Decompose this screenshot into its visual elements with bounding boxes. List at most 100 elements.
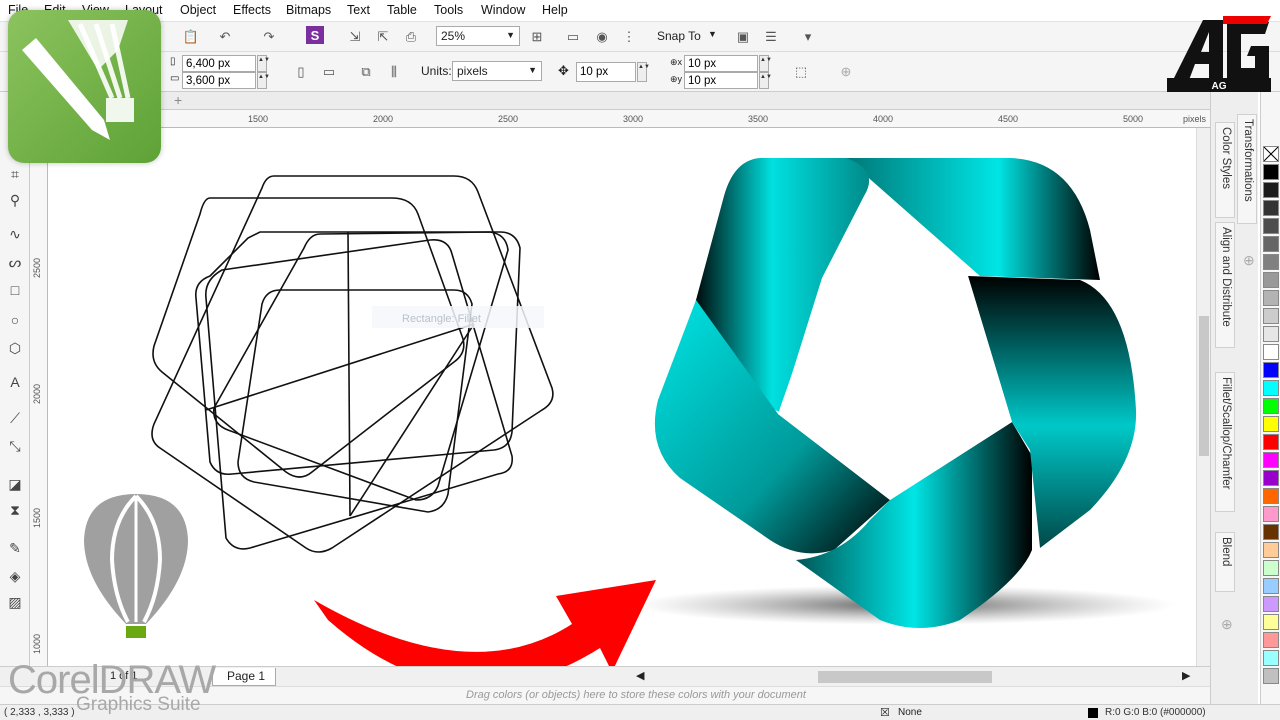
- scroll-right-icon[interactable]: ▶: [1182, 669, 1190, 682]
- palette-swatch[interactable]: [1263, 398, 1279, 414]
- eyedropper-tool-icon[interactable]: ✎: [5, 538, 25, 558]
- vertical-ruler[interactable]: 2500 2000 1500 1000: [30, 128, 48, 668]
- palette-swatch[interactable]: [1263, 596, 1279, 612]
- scroll-left-icon[interactable]: ◀: [636, 669, 644, 682]
- zoom-tool-icon[interactable]: ⚲: [5, 190, 25, 210]
- docker-tab-blend[interactable]: Blend: [1215, 532, 1235, 592]
- palette-swatch[interactable]: [1263, 452, 1279, 468]
- palette-swatch[interactable]: [1263, 290, 1279, 306]
- palette-swatch[interactable]: [1263, 614, 1279, 630]
- docker-tab-color-styles[interactable]: Color Styles: [1215, 122, 1235, 218]
- menu-text[interactable]: Text: [347, 3, 370, 17]
- nudge-distance-field[interactable]: [576, 62, 636, 82]
- welcome-screen-icon[interactable]: ▣: [732, 26, 754, 48]
- interactive-fill-tool-icon[interactable]: ◈: [5, 566, 25, 586]
- publish-pdf-icon[interactable]: ⎙: [400, 26, 422, 48]
- no-color-swatch[interactable]: [1263, 146, 1279, 162]
- show-rulers-icon[interactable]: ◉: [591, 26, 613, 48]
- redo-icon[interactable]: ↷: [258, 26, 280, 48]
- drop-shadow-tool-icon[interactable]: ◪: [5, 474, 25, 494]
- snap-to-label[interactable]: Snap To: [657, 29, 701, 43]
- docker-tab-align-distribute[interactable]: Align and Distribute: [1215, 222, 1235, 348]
- palette-swatch[interactable]: [1263, 272, 1279, 288]
- height-spinner[interactable]: ▲▼: [257, 72, 270, 89]
- full-screen-preview-icon[interactable]: ▭: [562, 26, 584, 48]
- import-icon[interactable]: ⇲: [344, 26, 366, 48]
- palette-swatch[interactable]: [1263, 362, 1279, 378]
- page-height-field[interactable]: [182, 72, 256, 89]
- ellipse-tool-icon[interactable]: ○: [5, 310, 25, 330]
- palette-swatch[interactable]: [1263, 182, 1279, 198]
- menu-bitmaps[interactable]: Bitmaps: [286, 3, 331, 17]
- palette-swatch[interactable]: [1263, 506, 1279, 522]
- undo-icon[interactable]: ↶: [214, 26, 236, 48]
- vertical-scrollbar[interactable]: [1196, 128, 1210, 668]
- text-tool-icon[interactable]: A: [5, 372, 25, 392]
- connector-tool-icon[interactable]: ⤡: [5, 436, 25, 456]
- palette-swatch[interactable]: [1263, 380, 1279, 396]
- add-docker-icon[interactable]: ⊕: [1243, 252, 1255, 269]
- menu-help[interactable]: Help: [542, 3, 568, 17]
- palette-swatch[interactable]: [1263, 416, 1279, 432]
- menu-tools[interactable]: Tools: [434, 3, 463, 17]
- palette-swatch[interactable]: [1263, 200, 1279, 216]
- page-tab[interactable]: Page 1: [212, 668, 276, 686]
- palette-swatch[interactable]: [1263, 542, 1279, 558]
- vertical-scrollbar-thumb[interactable]: [1199, 316, 1209, 456]
- docker-tab-transformations[interactable]: Transformations: [1237, 114, 1257, 224]
- app-launcher-icon[interactable]: S: [306, 26, 324, 44]
- duplicate-y-spinner[interactable]: ▲▼: [759, 72, 772, 89]
- menu-object[interactable]: Object: [180, 3, 216, 17]
- chevron-down-icon[interactable]: ▼: [708, 29, 717, 39]
- freehand-tool-icon[interactable]: ∿: [5, 224, 25, 244]
- menu-table[interactable]: Table: [387, 3, 417, 17]
- menu-window[interactable]: Window: [481, 3, 525, 17]
- polygon-tool-icon[interactable]: ⬡: [5, 338, 25, 358]
- width-spinner[interactable]: ▲▼: [257, 55, 270, 72]
- rectangle-tool-icon[interactable]: □: [5, 280, 25, 300]
- portrait-icon[interactable]: ▯: [290, 61, 312, 83]
- docker-tab-fillet[interactable]: Fillet/Scallop/Chamfer: [1215, 372, 1235, 512]
- palette-swatch[interactable]: [1263, 326, 1279, 342]
- duplicate-x-spinner[interactable]: ▲▼: [759, 55, 772, 72]
- paste-icon[interactable]: 📋: [180, 26, 202, 48]
- duplicate-x-field[interactable]: [684, 55, 758, 72]
- landscape-icon[interactable]: ▭: [318, 61, 340, 83]
- palette-swatch[interactable]: [1263, 164, 1279, 180]
- palette-swatch[interactable]: [1263, 560, 1279, 576]
- show-grid-icon[interactable]: ⋮: [618, 26, 640, 48]
- palette-swatch[interactable]: [1263, 668, 1279, 684]
- palette-swatch[interactable]: [1263, 524, 1279, 540]
- palette-swatch[interactable]: [1263, 470, 1279, 486]
- smart-fill-tool-icon[interactable]: ▨: [5, 592, 25, 612]
- palette-swatch[interactable]: [1263, 308, 1279, 324]
- palette-swatch[interactable]: [1263, 344, 1279, 360]
- launch-icon[interactable]: ▾: [797, 26, 819, 48]
- add-icon[interactable]: ⊕: [835, 61, 857, 83]
- new-document-tab-icon[interactable]: +: [174, 92, 182, 108]
- duplicate-y-field[interactable]: [684, 72, 758, 89]
- current-page-icon[interactable]: ⫼: [383, 61, 405, 83]
- dimension-tool-icon[interactable]: ⟋: [5, 408, 25, 428]
- menu-effects[interactable]: Effects: [233, 3, 271, 17]
- artistic-media-tool-icon[interactable]: ᔕ: [5, 252, 25, 272]
- page-width-field[interactable]: [182, 55, 256, 72]
- horizontal-scrollbar-thumb[interactable]: [818, 671, 992, 683]
- transparency-tool-icon[interactable]: ⧗: [5, 500, 25, 520]
- palette-swatch[interactable]: [1263, 236, 1279, 252]
- palette-swatch[interactable]: [1263, 632, 1279, 648]
- palette-swatch[interactable]: [1263, 434, 1279, 450]
- zoom-fit-icon[interactable]: ⊞: [526, 26, 548, 48]
- export-icon[interactable]: ⇱: [372, 26, 394, 48]
- palette-swatch[interactable]: [1263, 254, 1279, 270]
- palette-swatch[interactable]: [1263, 578, 1279, 594]
- nudge-spinner[interactable]: ▲▼: [637, 62, 650, 82]
- units-dropdown[interactable]: pixels ▼: [452, 61, 542, 81]
- palette-swatch[interactable]: [1263, 488, 1279, 504]
- add-docker-icon[interactable]: ⊕: [1221, 616, 1233, 633]
- zoom-level-dropdown[interactable]: 25% ▼: [436, 26, 520, 46]
- drawing-canvas[interactable]: Rectangle: Fillet: [48, 128, 1198, 668]
- palette-swatch[interactable]: [1263, 218, 1279, 234]
- horizontal-ruler[interactable]: 1500 2000 2500 3000 3500 4000 4500 5000 …: [50, 110, 1210, 128]
- all-pages-icon[interactable]: ⧉: [355, 61, 377, 83]
